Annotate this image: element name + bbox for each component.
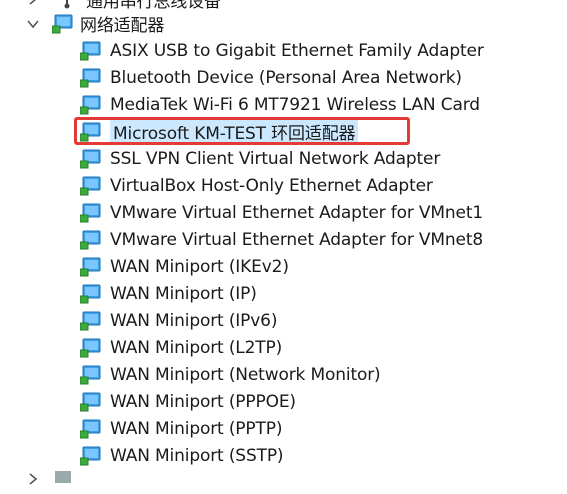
device-label: WAN Miniport (IPv6) <box>110 311 278 331</box>
network-adapter-icon <box>79 365 102 385</box>
network-adapter-icon <box>79 446 102 466</box>
network-adapter-icon <box>79 122 102 142</box>
tree-category-next[interactable] <box>0 466 74 493</box>
network-adapter-icon <box>79 311 102 331</box>
device-label: WAN Miniport (SSTP) <box>110 446 284 467</box>
device-item[interactable]: Microsoft KM-TEST 环回适配器 <box>79 118 359 145</box>
device-label: VirtualBox Host-Only Ethernet Adapter <box>110 175 433 196</box>
device-label: WAN Miniport (PPPOE) <box>110 392 296 413</box>
device-label: VMware Virtual Ethernet Adapter for VMne… <box>110 229 484 250</box>
network-adapter-icon <box>79 419 102 439</box>
device-label: SSL VPN Client Virtual Network Adapter <box>110 148 441 169</box>
network-adapter-icon <box>79 149 102 169</box>
network-adapter-icon <box>79 338 102 358</box>
usb-device-category-icon <box>56 0 78 10</box>
device-label: WAN Miniport (IKEv2) <box>110 256 289 277</box>
chevron-right-icon[interactable] <box>26 472 40 486</box>
network-adapter-icon <box>79 284 102 304</box>
device-item[interactable]: WAN Miniport (SSTP) <box>79 443 284 470</box>
device-item[interactable]: WAN Miniport (PPTP) <box>79 416 283 443</box>
device-label: WAN Miniport (PPTP) <box>110 419 283 440</box>
device-label: WAN Miniport (L2TP) <box>110 338 283 359</box>
device-label: VMware Virtual Ethernet Adapter for VMne… <box>110 202 484 223</box>
device-item[interactable]: Bluetooth Device (Personal Area Network) <box>79 64 462 91</box>
device-item[interactable]: SSL VPN Client Virtual Network Adapter <box>79 145 441 172</box>
device-item[interactable]: WAN Miniport (Network Monitor) <box>79 362 381 389</box>
device-label: WAN Miniport (IP) <box>110 284 257 304</box>
device-item[interactable]: ASIX USB to Gigabit Ethernet Family Adap… <box>79 37 484 64</box>
device-item[interactable]: WAN Miniport (IP) <box>79 281 257 308</box>
device-item[interactable]: WAN Miniport (PPPOE) <box>79 389 296 416</box>
device-item[interactable]: VirtualBox Host-Only Ethernet Adapter <box>79 172 433 199</box>
device-label: Microsoft KM-TEST 环回适配器 <box>110 119 359 145</box>
network-adapter-icon <box>79 392 102 412</box>
device-item[interactable]: VMware Virtual Ethernet Adapter for VMne… <box>79 199 484 226</box>
device-item[interactable]: WAN Miniport (IKEv2) <box>79 253 289 280</box>
device-item[interactable]: MediaTek Wi-Fi 6 MT7921 Wireless LAN Car… <box>79 91 480 118</box>
device-label: WAN Miniport (Network Monitor) <box>110 365 381 386</box>
network-adapter-icon <box>79 41 102 61</box>
chevron-down-icon[interactable] <box>26 17 40 31</box>
device-label: Bluetooth Device (Personal Area Network) <box>110 67 462 88</box>
device-item[interactable]: VMware Virtual Ethernet Adapter for VMne… <box>79 226 484 253</box>
network-adapter-icon <box>79 257 102 277</box>
device-label: MediaTek Wi-Fi 6 MT7921 Wireless LAN Car… <box>110 94 480 115</box>
tree-category-network-adapters[interactable]: 网络适配器 <box>0 10 164 37</box>
network-adapter-icon <box>79 68 102 88</box>
tree-category-label: 网络适配器 <box>80 16 165 36</box>
network-adapter-category-icon <box>51 14 74 34</box>
chevron-right-icon[interactable] <box>26 0 40 6</box>
device-item[interactable]: WAN Miniport (IPv6) <box>79 308 278 335</box>
network-adapter-icon <box>79 230 102 250</box>
device-label: ASIX USB to Gigabit Ethernet Family Adap… <box>110 40 484 61</box>
device-item[interactable]: WAN Miniport (L2TP) <box>79 335 283 362</box>
network-adapter-icon <box>79 203 102 223</box>
device-category-icon <box>52 470 74 490</box>
network-adapter-icon <box>79 95 102 115</box>
network-adapter-icon <box>79 176 102 196</box>
device-tree: 通用串行总线设备 网络适配器 ASIX USB to Gigabit Ether… <box>0 0 567 485</box>
